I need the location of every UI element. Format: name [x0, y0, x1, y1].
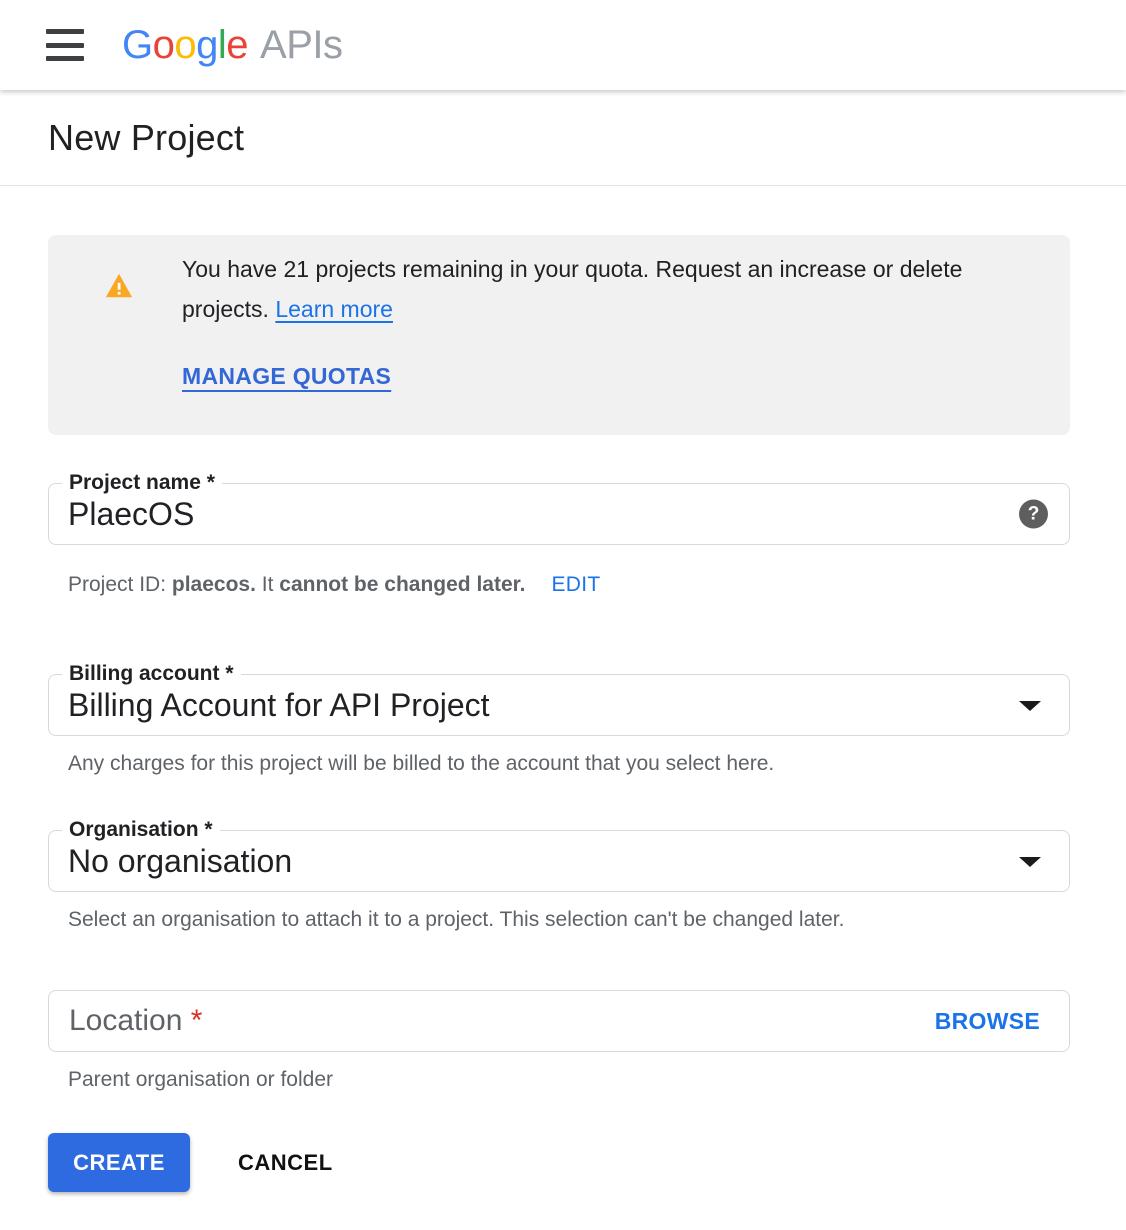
billing-account-label: Billing account * [62, 661, 241, 687]
page-header: New Project [0, 90, 1126, 186]
quota-notice-body: You have 21 projects remaining in your q… [182, 249, 1022, 390]
manage-quotas-link[interactable]: MANAGE QUOTAS [182, 363, 391, 390]
project-name-label: Project name * [62, 470, 222, 496]
organisation-label-text: Organisation [69, 818, 199, 841]
chevron-down-icon[interactable] [1019, 857, 1041, 867]
location-placeholder: Location * [49, 1004, 202, 1038]
organisation-select[interactable]: Organisation * No organisation [48, 830, 1070, 892]
billing-helper-text: Any charges for this project will be bil… [48, 751, 1070, 777]
menu-bar [46, 56, 84, 61]
project-id-mid: It [256, 573, 279, 596]
cancel-button[interactable]: CANCEL [238, 1150, 333, 1176]
required-marker: * [207, 471, 215, 494]
billing-account-select[interactable]: Billing account * Billing Account for AP… [48, 674, 1070, 736]
project-id-line: Project ID: plaecos. It cannot be change… [48, 571, 1070, 599]
menu-bar [46, 43, 84, 48]
quota-notice: You have 21 projects remaining in your q… [48, 235, 1070, 435]
browse-button[interactable]: BROWSE [935, 1008, 1069, 1035]
organisation-helper-text: Select an organisation to attach it to a… [48, 907, 1070, 933]
menu-icon[interactable] [46, 28, 86, 62]
project-name-field: Project name * ? [48, 483, 1070, 545]
page-title: New Project [48, 117, 244, 159]
logo-suffix: APIs [260, 23, 342, 68]
chevron-down-icon[interactable] [1019, 701, 1041, 711]
edit-project-id-button[interactable]: EDIT [552, 573, 601, 596]
create-button[interactable]: CREATE [48, 1133, 190, 1192]
project-name-label-text: Project name [69, 471, 201, 494]
billing-label-text: Billing account [69, 662, 220, 685]
location-helper-text: Parent organisation or folder [48, 1067, 1070, 1093]
location-field[interactable]: Location * BROWSE [48, 990, 1070, 1052]
required-marker: * [204, 818, 212, 841]
learn-more-link[interactable]: Learn more [275, 296, 393, 322]
help-icon[interactable]: ? [1019, 500, 1048, 529]
form-actions: CREATE CANCEL [48, 1133, 1070, 1192]
project-id-value: plaecos. [172, 573, 256, 596]
warning-icon [104, 271, 134, 301]
required-marker: * [225, 662, 233, 685]
google-logo-letters: Google [122, 23, 248, 68]
google-apis-logo: Google APIs [122, 23, 343, 68]
new-project-form: You have 21 projects remaining in your q… [0, 235, 1126, 1192]
project-id-prefix: Project ID: [68, 573, 172, 596]
location-placeholder-text: Location [69, 1004, 182, 1037]
required-marker: * [191, 1004, 203, 1037]
app-bar: Google APIs [0, 0, 1126, 90]
new-project-page: Google APIs New Project You have 21 proj… [0, 0, 1126, 1192]
menu-bar [46, 29, 84, 34]
project-id-note: cannot be changed later. [279, 573, 525, 596]
organisation-label: Organisation * [62, 817, 220, 843]
